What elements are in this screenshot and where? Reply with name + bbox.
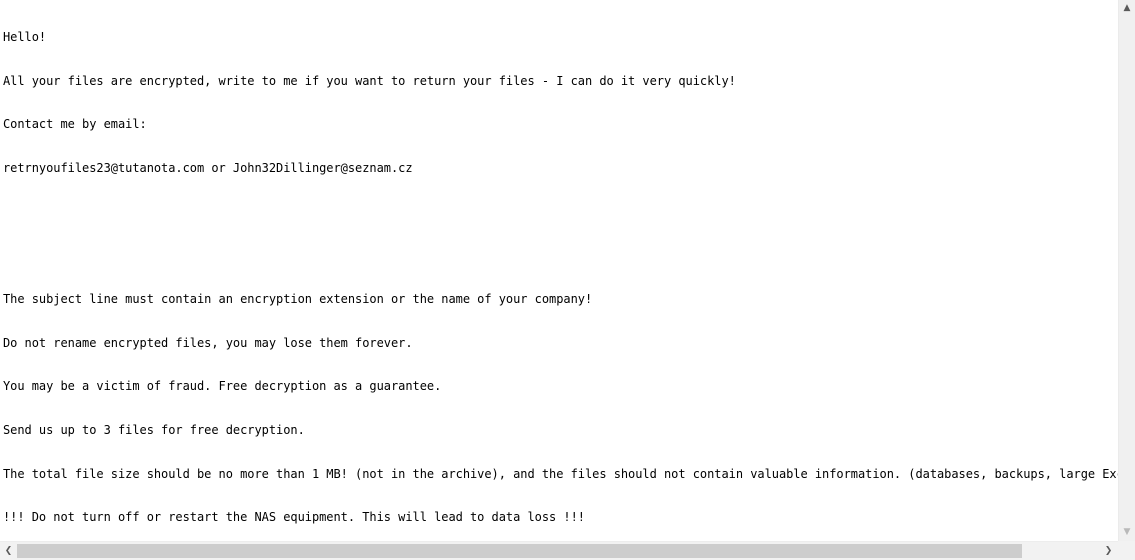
text-line: The subject line must contain an encrypt… [3,291,593,306]
horizontal-scrollbar[interactable]: ❮ ❯ [0,541,1135,560]
text-line: !!! Do not turn off or restart the NAS e… [3,510,585,525]
chevron-up-icon: ▲ [1123,3,1131,13]
text-line: retrnyoufiles23@tutanota.com or John32Di… [3,161,413,176]
text-line: Hello! [3,30,47,45]
scrollbar-corner [1118,541,1135,560]
horizontal-scrollbar-thumb[interactable] [17,544,1022,558]
text-line-blank [3,248,1118,263]
text-viewer-window: Hello! All your files are encrypted, wri… [0,0,1135,560]
vertical-scrollbar-track[interactable] [1119,17,1135,524]
vertical-scrollbar[interactable]: ▲ ▼ [1118,0,1135,541]
document-text-area[interactable]: Hello! All your files are encrypted, wri… [0,0,1118,541]
chevron-down-icon: ▼ [1123,527,1131,537]
scroll-left-button[interactable]: ❮ [0,542,17,560]
chevron-right-icon: ❯ [1104,545,1113,556]
vertical-scrollbar-thumb[interactable] [1119,17,1135,524]
text-line: All your files are encrypted, write to m… [3,73,736,88]
chevron-left-icon: ❮ [4,545,13,556]
text-line: Send us up to 3 files for free decryptio… [3,422,305,437]
scroll-down-button[interactable]: ▼ [1119,524,1135,541]
text-line-blank [3,205,1118,220]
scroll-right-button[interactable]: ❯ [1100,542,1117,560]
text-line: You may be a victim of fraud. Free decry… [3,379,442,394]
text-line: Do not rename encrypted files, you may l… [3,335,413,350]
text-line: The total file size should be no more th… [3,466,1118,481]
scroll-up-button[interactable]: ▲ [1119,0,1135,17]
horizontal-scrollbar-track[interactable] [17,542,1100,560]
document-text[interactable]: Hello! All your files are encrypted, wri… [3,1,1118,541]
text-line: Contact me by email: [3,117,147,132]
